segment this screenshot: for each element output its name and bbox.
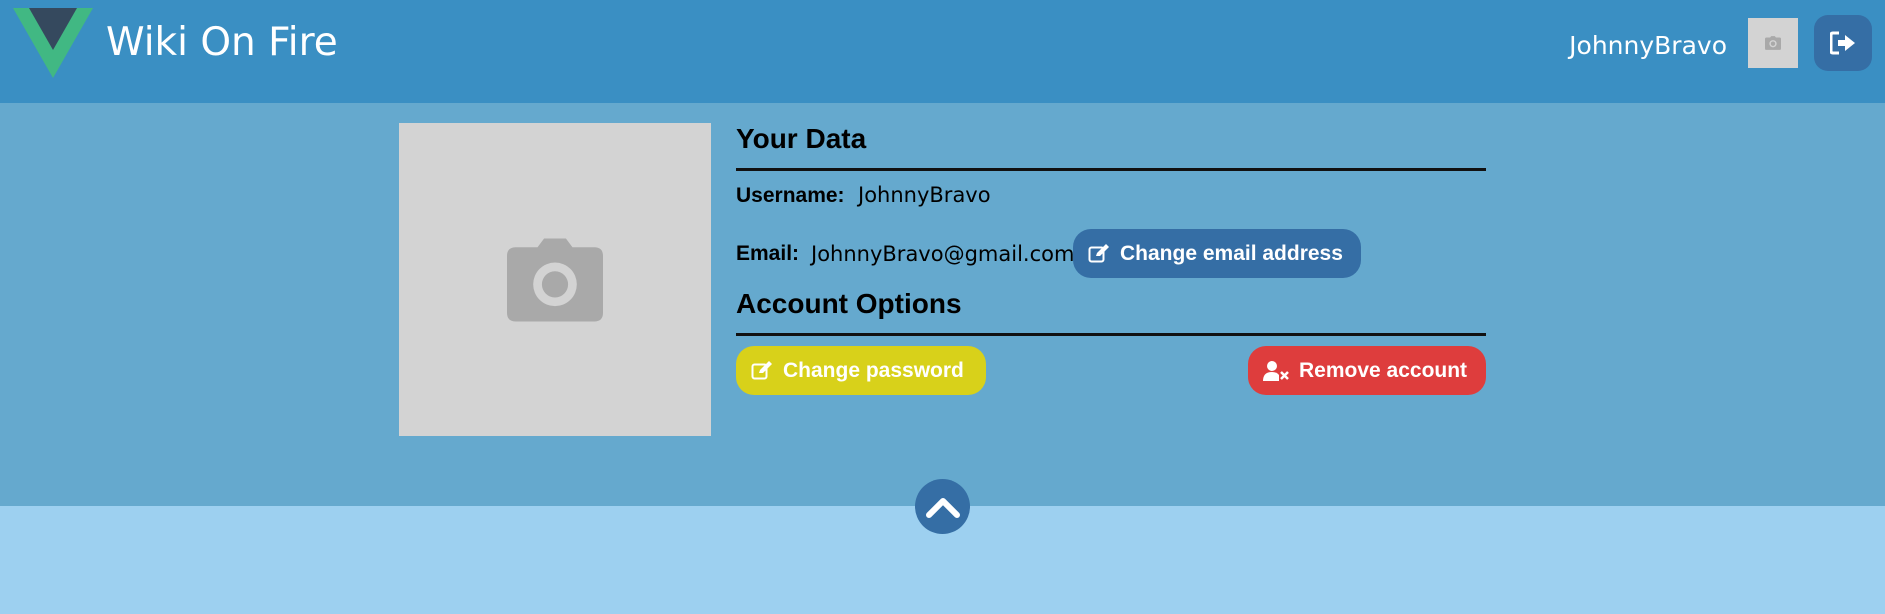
vue-logo-icon[interactable]	[13, 8, 93, 78]
logout-button[interactable]	[1814, 15, 1872, 71]
app-title[interactable]: Wiki On Fire	[106, 20, 338, 65]
camera-icon	[507, 238, 603, 321]
profile-panel: Your Data Username: JohnnyBravo Email: J…	[0, 103, 1885, 506]
remove-account-label: Remove account	[1299, 358, 1468, 382]
change-email-button[interactable]: Change email address	[1073, 229, 1361, 278]
username-value: JohnnyBravo	[858, 183, 991, 207]
email-value: JohnnyBravo@gmail.com	[811, 242, 1075, 266]
profile-photo[interactable]	[399, 123, 711, 436]
remove-account-button[interactable]: Remove account	[1248, 346, 1486, 395]
edit-icon	[1088, 243, 1109, 262]
top-navbar: Wiki On Fire JohnnyBravo	[0, 0, 1885, 103]
divider	[736, 333, 1486, 336]
change-email-label: Change email address	[1120, 241, 1343, 265]
sign-out-icon	[1830, 31, 1855, 55]
chevron-up-icon	[925, 497, 960, 518]
edit-icon	[751, 360, 772, 379]
camera-icon	[1765, 36, 1781, 50]
your-data-heading: Your Data	[736, 123, 867, 154]
username-label: Username:	[736, 184, 845, 207]
header-username[interactable]: JohnnyBravo	[1569, 31, 1727, 60]
change-password-button[interactable]: Change password	[736, 346, 986, 395]
change-password-label: Change password	[783, 358, 964, 382]
divider	[736, 168, 1486, 171]
email-label: Email:	[736, 242, 800, 265]
user-remove-icon	[1263, 360, 1289, 381]
account-options-heading: Account Options	[736, 288, 962, 319]
header-avatar[interactable]	[1748, 18, 1798, 68]
scroll-top-button[interactable]	[915, 479, 970, 534]
